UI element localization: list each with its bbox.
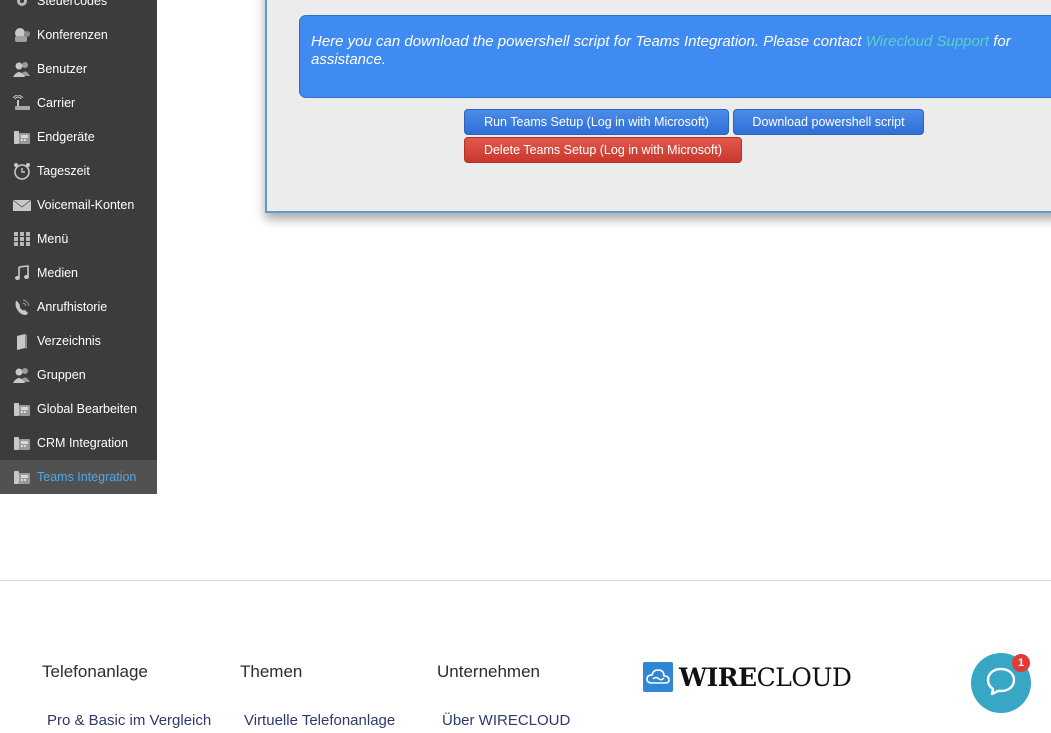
teams-integration-panel: Here you can download the powershell scr… bbox=[265, 0, 1051, 213]
footer-divider bbox=[0, 580, 1051, 581]
chat-notification-badge: 1 bbox=[1012, 654, 1030, 672]
sidebar-item-label: Endgeräte bbox=[37, 130, 95, 144]
phone-icon bbox=[12, 468, 32, 486]
sidebar-item-benutzer[interactable]: Benutzer bbox=[0, 52, 157, 86]
sidebar-item-endgeraete[interactable]: Endgeräte bbox=[0, 120, 157, 154]
footer-heading-unternehmen: Unternehmen bbox=[437, 662, 541, 681]
footer-link-virtuelle-telefonanlage[interactable]: Virtuelle Telefonanlage bbox=[244, 712, 395, 729]
download-script-button[interactable]: Download powershell script bbox=[733, 109, 924, 135]
phone-icon bbox=[12, 128, 32, 146]
sidebar-item-label: Verzeichnis bbox=[37, 334, 101, 348]
logo-bold: WIRE bbox=[679, 662, 757, 692]
users-icon bbox=[12, 366, 32, 384]
mail-icon bbox=[12, 196, 32, 214]
antenna-icon bbox=[12, 94, 32, 112]
sidebar-item-label: Medien bbox=[37, 266, 78, 280]
phone-icon bbox=[12, 434, 32, 452]
sidebar-item-label: Gruppen bbox=[37, 368, 86, 382]
sidebar-item-medien[interactable]: Medien bbox=[0, 256, 157, 290]
sidebar-item-voicemail-konten[interactable]: Voicemail-Konten bbox=[0, 188, 157, 222]
run-teams-setup-button[interactable]: Run Teams Setup (Log in with Microsoft) bbox=[464, 109, 729, 135]
sidebar-item-verzeichnis[interactable]: Verzeichnis bbox=[0, 324, 157, 358]
sidebar-item-label: Anrufhistorie bbox=[37, 300, 108, 314]
logo-wordmark: WIRECLOUD bbox=[679, 662, 852, 692]
phone-icon bbox=[12, 400, 32, 418]
footer-heading-telefonanlage: Telefonanlage bbox=[42, 662, 148, 681]
wirecloud-logo[interactable]: WIRECLOUD bbox=[643, 662, 852, 692]
gear-icon bbox=[12, 0, 32, 10]
sidebar-item-label: Voicemail-Konten bbox=[37, 198, 135, 212]
logo-rest: CLOUD bbox=[756, 662, 852, 692]
sidebar-item-anrufhistorie[interactable]: Anrufhistorie bbox=[0, 290, 157, 324]
book-icon bbox=[12, 332, 32, 350]
sidebar-item-label: Konferenzen bbox=[37, 28, 108, 42]
sidebar-item-label: Menü bbox=[37, 232, 69, 246]
users-icon bbox=[12, 60, 32, 78]
sidebar-item-carrier[interactable]: Carrier bbox=[0, 86, 157, 120]
sidebar-item-label: Carrier bbox=[37, 96, 76, 110]
sidebar-item-konferenzen[interactable]: Konferenzen bbox=[0, 18, 157, 52]
clock-icon bbox=[12, 162, 32, 180]
chat-bubble-icon bbox=[985, 666, 1017, 701]
sidebar: Steuercodes Konferenzen Benutzer Carrier… bbox=[0, 0, 157, 494]
grid-icon bbox=[12, 230, 32, 248]
music-icon bbox=[12, 264, 32, 282]
footer-link-vergleich[interactable]: Pro & Basic im Vergleich bbox=[47, 712, 211, 729]
handset-icon bbox=[12, 298, 32, 316]
sidebar-item-global-bearbeiten[interactable]: Global Bearbeiten bbox=[0, 392, 157, 426]
cloud-icon bbox=[643, 662, 673, 692]
footer-link-ueber[interactable]: Über WIRECLOUD bbox=[442, 712, 570, 729]
sidebar-item-label: Tageszeit bbox=[37, 164, 90, 178]
sidebar-item-label: Steuercodes bbox=[37, 0, 108, 8]
conference-icon bbox=[12, 26, 32, 44]
sidebar-item-menue[interactable]: Menü bbox=[0, 222, 157, 256]
sidebar-item-label: Global Bearbeiten bbox=[37, 402, 138, 416]
sidebar-item-gruppen[interactable]: Gruppen bbox=[0, 358, 157, 392]
sidebar-item-tageszeit[interactable]: Tageszeit bbox=[0, 154, 157, 188]
sidebar-item-label: Benutzer bbox=[37, 62, 88, 76]
footer-heading-themen: Themen bbox=[240, 662, 303, 681]
sidebar-item-steuercodes[interactable]: Steuercodes bbox=[0, 0, 157, 18]
sidebar-item-crm-integration[interactable]: CRM Integration bbox=[0, 426, 157, 460]
sidebar-item-label: Teams Integration bbox=[37, 470, 137, 484]
info-message: Here you can download the powershell scr… bbox=[299, 15, 1051, 98]
delete-teams-setup-button[interactable]: Delete Teams Setup (Log in with Microsof… bbox=[464, 137, 742, 163]
info-text: Here you can download the powershell scr… bbox=[311, 33, 866, 50]
support-link[interactable]: Wirecloud Support bbox=[866, 33, 989, 50]
sidebar-item-teams-integration[interactable]: Teams Integration bbox=[0, 460, 157, 494]
sidebar-item-label: CRM Integration bbox=[37, 436, 129, 450]
